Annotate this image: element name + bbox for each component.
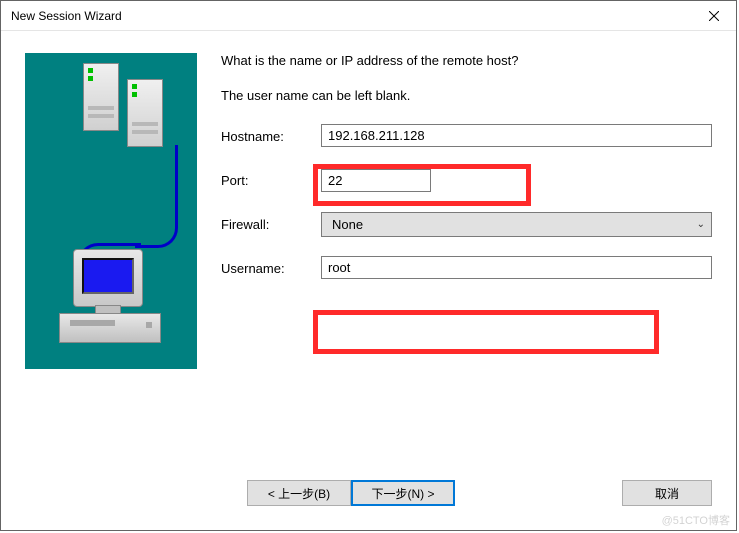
- port-row: Port:: [221, 167, 712, 193]
- wizard-window: New Session Wizard: [0, 0, 737, 531]
- page-subheading: The user name can be left blank.: [221, 88, 712, 103]
- window-title: New Session Wizard: [11, 9, 122, 23]
- back-button-label: < 上一步(B): [268, 485, 330, 502]
- close-icon: [709, 11, 719, 21]
- port-label: Port:: [221, 173, 321, 188]
- hostname-input[interactable]: [321, 124, 712, 147]
- hostname-label: Hostname:: [221, 129, 321, 144]
- next-button-label: 下一步(N) >: [371, 485, 434, 502]
- wizard-button-row: < 上一步(B) 下一步(N) > 取消: [1, 480, 736, 508]
- wizard-content: What is the name or IP address of the re…: [221, 53, 712, 460]
- username-row: Username:: [221, 255, 712, 281]
- firewall-label: Firewall:: [221, 217, 321, 232]
- titlebar: New Session Wizard: [1, 1, 736, 31]
- wizard-body: What is the name or IP address of the re…: [1, 31, 736, 530]
- cancel-button[interactable]: 取消: [622, 480, 712, 506]
- chevron-down-icon: ⌄: [697, 219, 705, 230]
- close-button[interactable]: [691, 1, 736, 30]
- wizard-illustration: [25, 53, 197, 369]
- next-button[interactable]: 下一步(N) >: [351, 480, 455, 506]
- firewall-selected-value: None: [332, 217, 363, 232]
- cancel-button-label: 取消: [655, 485, 679, 502]
- nav-buttons: < 上一步(B) 下一步(N) >: [247, 480, 455, 506]
- port-input[interactable]: [321, 169, 431, 192]
- username-label: Username:: [221, 261, 321, 276]
- page-heading: What is the name or IP address of the re…: [221, 53, 712, 68]
- back-button[interactable]: < 上一步(B): [247, 480, 351, 506]
- firewall-row: Firewall: None ⌄: [221, 211, 712, 237]
- firewall-select[interactable]: None ⌄: [321, 212, 712, 237]
- hostname-row: Hostname:: [221, 123, 712, 149]
- watermark: @51CTO博客: [662, 512, 730, 528]
- username-input[interactable]: [321, 256, 712, 279]
